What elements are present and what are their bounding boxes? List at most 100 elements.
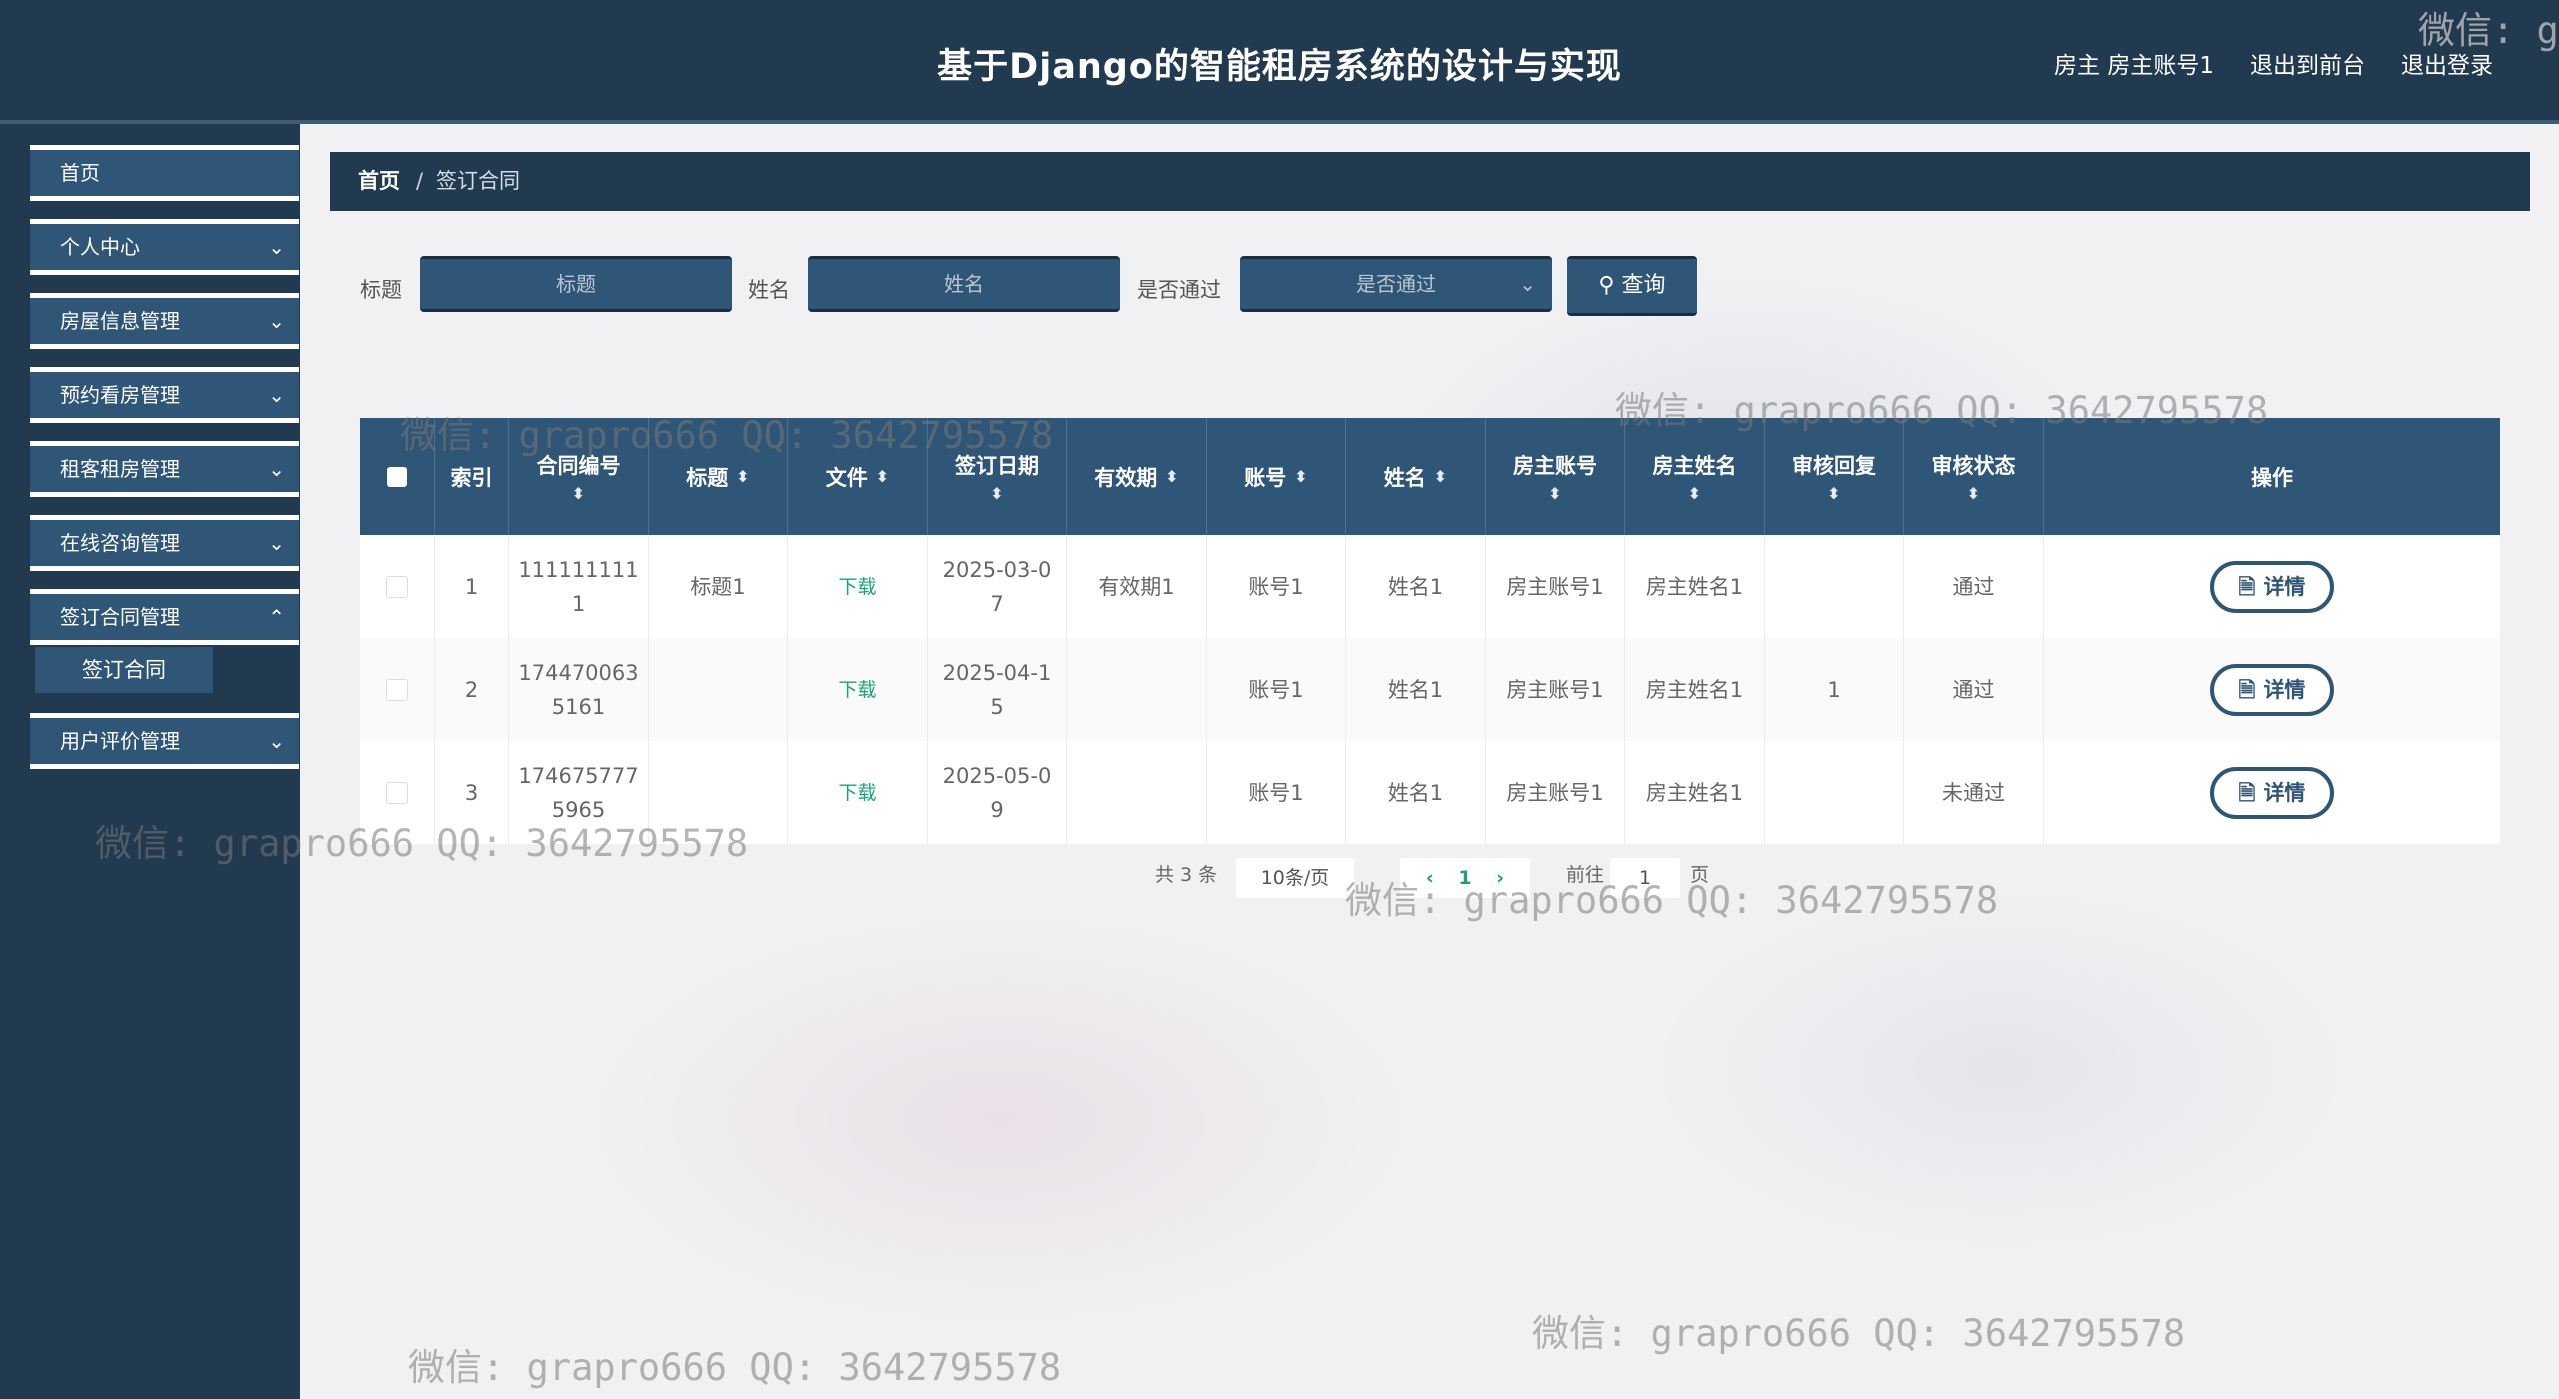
column-header-review-status[interactable]: 审核状态 ⬍ (1904, 418, 2044, 535)
name-filter-label: 姓名 (748, 278, 790, 302)
goto-page-input[interactable]: 1 (1610, 858, 1680, 898)
prev-page-icon[interactable]: ‹ (1426, 867, 1434, 889)
row-checkbox[interactable] (386, 575, 408, 598)
chevron-down-icon: ⌄ (268, 531, 285, 555)
sidebar: 首页 个人中心 ⌄ 房屋信息管理 ⌄ 预约看房管理 ⌄ 租客租房管理 ⌄ 在线咨… (0, 124, 300, 1399)
column-header-validity[interactable]: 有效期 ⬍ (1067, 418, 1207, 535)
pass-filter-label: 是否通过 (1137, 278, 1221, 302)
detail-button[interactable]: 🗎 详情 (2210, 560, 2334, 613)
cell-title: 标题1 (649, 535, 788, 638)
row-checkbox-cell (360, 741, 435, 844)
chevron-up-icon: ⌃ (268, 605, 285, 629)
column-header-label: 姓名 (1383, 465, 1426, 490)
goto-suffix: 页 (1690, 864, 1710, 886)
sidebar-item-personal-center[interactable]: 个人中心 ⌄ (30, 219, 299, 275)
column-header-label: 文件 (825, 465, 868, 490)
cell-index: 3 (435, 741, 509, 844)
sort-icon[interactable]: ⬍ (876, 467, 889, 486)
sidebar-item-house-info[interactable]: 房屋信息管理 ⌄ (30, 293, 299, 349)
sort-icon[interactable]: ⬍ (1165, 467, 1178, 486)
sidebar-item-home[interactable]: 首页 (30, 145, 299, 201)
cell-index: 2 (435, 638, 509, 741)
sort-icon[interactable]: ⬍ (572, 484, 585, 503)
breadcrumb-home[interactable]: 首页 (358, 152, 400, 211)
cell-actions: 🗎 详情 (2044, 535, 2500, 638)
cell-review-reply (1765, 741, 1904, 844)
column-header-label: 房主账号 (1513, 454, 1597, 478)
row-checkbox[interactable] (386, 678, 408, 701)
select-all-header (360, 418, 435, 535)
sort-icon[interactable]: ⬍ (1688, 484, 1701, 503)
download-link[interactable]: 下载 (838, 673, 876, 707)
sidebar-item-tenant-rentals[interactable]: 租客租房管理 ⌄ (30, 441, 299, 497)
query-button[interactable]: ⚲ 查询 (1567, 256, 1697, 316)
column-header-file[interactable]: 文件 ⬍ (788, 418, 928, 535)
name-search-input[interactable]: 姓名 (808, 256, 1120, 312)
sort-icon[interactable]: ⬍ (1548, 484, 1561, 503)
sort-icon[interactable]: ⬍ (990, 484, 1003, 503)
column-header-owner-account[interactable]: 房主账号 ⬍ (1486, 418, 1625, 535)
sort-icon[interactable]: ⬍ (1294, 467, 1307, 486)
column-header-contract-no[interactable]: 合同编号 ⬍ (509, 418, 649, 535)
title-search-input[interactable]: 标题 (420, 256, 732, 312)
goto-label: 前往 (1566, 864, 1605, 886)
column-header-label: 房主姓名 (1652, 454, 1737, 478)
pass-status-select[interactable]: 是否通过 ⌄ (1240, 256, 1552, 312)
cell-account: 账号1 (1207, 638, 1346, 741)
column-header-sign-date[interactable]: 签订日期 ⬍ (928, 418, 1067, 535)
query-button-label: 查询 (1621, 273, 1666, 298)
column-header-account[interactable]: 账号 ⬍ (1207, 418, 1346, 535)
row-checkbox-cell (360, 535, 435, 638)
sort-icon[interactable]: ⬍ (1827, 484, 1840, 503)
detail-button[interactable]: 🗎 详情 (2210, 663, 2334, 716)
column-header-index: 索引 (435, 418, 509, 535)
row-checkbox[interactable] (386, 781, 408, 804)
detail-button[interactable]: 🗎 详情 (2210, 766, 2334, 819)
sidebar-subitem-sign-contract[interactable]: 签订合同 (30, 647, 213, 693)
sidebar-item-label: 预约看房管理 (60, 383, 180, 407)
top-nav: 房主 房主账号1 退出到前台 退出登录 (2054, 46, 2493, 80)
sort-icon[interactable]: ⬍ (1434, 467, 1447, 486)
cell-account: 账号1 (1207, 535, 1346, 638)
cell-name: 姓名1 (1346, 535, 1486, 638)
column-header-label: 操作 (2251, 465, 2293, 490)
select-all-checkbox[interactable] (387, 466, 407, 487)
cell-contract-no: 174470063 5161 (509, 638, 649, 741)
page-size-select[interactable]: 10条/页 (1236, 858, 1354, 898)
download-link[interactable]: 下载 (838, 570, 876, 604)
cell-contract-no: 174675777 5965 (509, 741, 649, 844)
pager: ‹ 1 › (1400, 858, 1530, 898)
detail-button-label: 详情 (2263, 780, 2306, 805)
sidebar-item-contracts[interactable]: 签订合同管理 ⌃ (30, 589, 299, 645)
current-user-label: 房主 房主账号1 (2054, 53, 2214, 79)
cell-name: 姓名1 (1346, 741, 1486, 844)
column-header-label: 有效期 (1094, 465, 1158, 490)
download-link[interactable]: 下载 (838, 776, 876, 810)
logout-link[interactable]: 退出登录 (2401, 46, 2493, 80)
sidebar-item-label: 个人中心 (60, 235, 140, 259)
cell-actions: 🗎 详情 (2044, 741, 2500, 844)
sidebar-item-label: 签订合同管理 (60, 605, 180, 629)
table-row: 1 111111111 1 标题1 下载 2025-03-0 7 有效期1 账号… (360, 535, 2500, 638)
breadcrumb-current: 签订合同 (436, 169, 520, 193)
column-header-label: 账号 (1244, 465, 1287, 490)
sidebar-item-label: 用户评价管理 (60, 729, 180, 753)
next-page-icon[interactable]: › (1496, 867, 1504, 889)
column-header-review-reply[interactable]: 审核回复 ⬍ (1765, 418, 1904, 535)
title-filter-label: 标题 (360, 278, 402, 302)
cell-file: 下载 (788, 741, 928, 844)
sidebar-item-online-consult[interactable]: 在线咨询管理 ⌄ (30, 515, 299, 571)
sort-icon[interactable]: ⬍ (1967, 484, 1980, 503)
column-header-owner-name[interactable]: 房主姓名 ⬍ (1625, 418, 1765, 535)
cell-validity (1067, 638, 1207, 741)
column-header-title[interactable]: 标题 ⬍ (649, 418, 788, 535)
column-header-name[interactable]: 姓名 ⬍ (1346, 418, 1486, 535)
sidebar-item-label: 首页 (60, 161, 100, 185)
sidebar-item-user-reviews[interactable]: 用户评价管理 ⌄ (30, 713, 299, 769)
sidebar-item-viewing-appointments[interactable]: 预约看房管理 ⌄ (30, 367, 299, 423)
front-page-link[interactable]: 退出到前台 (2250, 46, 2365, 80)
detail-button-label: 详情 (2263, 677, 2306, 702)
sort-icon[interactable]: ⬍ (736, 467, 749, 486)
page-number-current[interactable]: 1 (1458, 867, 1471, 889)
cell-owner-account: 房主账号1 (1486, 638, 1625, 741)
